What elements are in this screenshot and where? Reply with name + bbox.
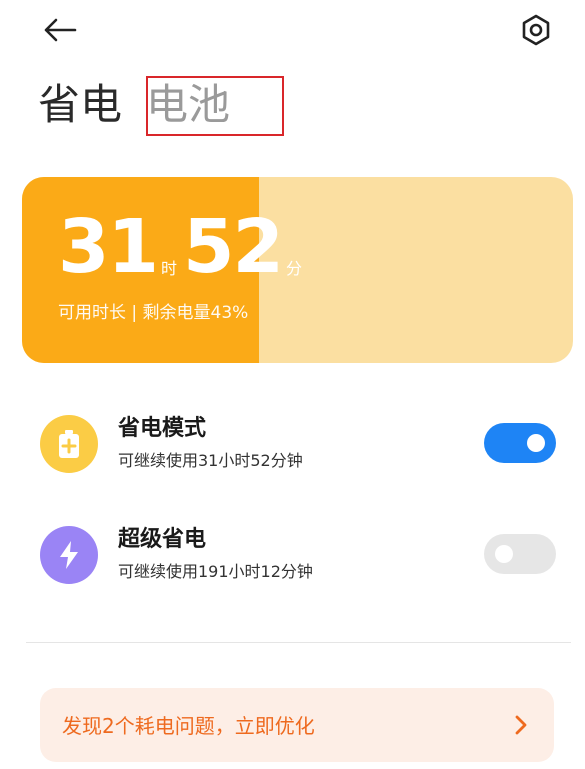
section-divider: [26, 642, 571, 643]
lightning-icon: [60, 541, 78, 569]
optimize-banner[interactable]: 发现2个耗电问题，立即优化: [40, 688, 554, 762]
mode-title: 省电模式: [118, 416, 207, 441]
arrow-left-icon: [44, 18, 77, 42]
super-power-saving-row[interactable]: 超级省电 可继续使用191小时12分钟: [0, 512, 585, 592]
remaining-time: 31 时 52 分: [58, 207, 308, 287]
power-saving-mode-row[interactable]: 省电模式 可继续使用31小时52分钟: [0, 401, 585, 481]
hours-unit: 时: [160, 259, 177, 278]
settings-button[interactable]: [513, 10, 559, 50]
remaining-minutes: 52: [183, 204, 284, 290]
minutes-unit: 分: [285, 259, 302, 278]
back-button[interactable]: [38, 12, 82, 48]
tab-battery[interactable]: 电池: [146, 76, 230, 134]
mode-icon-container: [40, 526, 98, 584]
gear-icon: [522, 14, 550, 46]
tab-power-saving[interactable]: 省电: [38, 76, 122, 134]
mode-title: 超级省电: [118, 527, 207, 552]
mode-subtitle: 可继续使用31小时52分钟: [118, 451, 303, 470]
toggle-knob: [527, 434, 545, 452]
optimize-label: 发现2个耗电问题，立即优化: [62, 714, 315, 738]
top-bar: [0, 0, 585, 62]
power-saving-toggle[interactable]: [484, 423, 556, 463]
mode-icon-container: [40, 415, 98, 473]
chevron-right-icon: [515, 715, 527, 735]
toggle-knob: [495, 545, 513, 563]
battery-plus-icon: [59, 430, 79, 458]
mode-subtitle: 可继续使用191小时12分钟: [118, 562, 313, 581]
battery-card: 31 时 52 分 可用时长 | 剩余电量43%: [22, 177, 573, 363]
super-power-saving-toggle[interactable]: [484, 534, 556, 574]
battery-subtitle: 可用时长 | 剩余电量43%: [58, 303, 249, 323]
remaining-hours: 31: [58, 204, 159, 290]
